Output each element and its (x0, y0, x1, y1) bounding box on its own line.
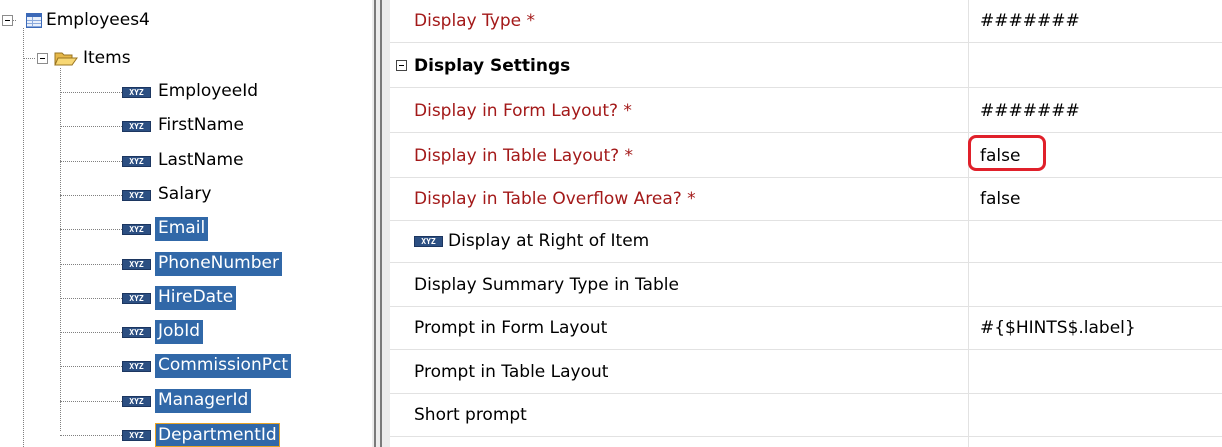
tree-item[interactable]: JobId (155, 320, 204, 344)
property-value[interactable]: false (980, 178, 1020, 220)
tree-item[interactable]: ManagerId (155, 389, 252, 413)
tree-guide-line (60, 195, 122, 196)
property-value[interactable]: ####### (980, 90, 1080, 132)
tree-guide-line (60, 366, 122, 367)
attribute-icon: XYZ (122, 430, 151, 441)
highlight-annotation (968, 135, 1046, 171)
property-name: Display in Table Layout? * (414, 146, 634, 166)
tree-guide-line (60, 68, 61, 431)
attribute-icon: XYZ (122, 224, 151, 235)
tree-guide-line (60, 161, 122, 162)
property-name: Display Settings (414, 56, 571, 76)
property-name: Prompt in Form Layout (414, 318, 608, 338)
table-icon (26, 13, 42, 28)
collapse-icon[interactable] (396, 60, 407, 71)
splitter-bar (374, 0, 376, 447)
attribute-icon: XYZ (122, 259, 151, 270)
tree-guide-line (60, 435, 122, 436)
property-row[interactable]: Display in Table Layout? * false (390, 135, 1222, 178)
tree-item[interactable]: Salary (155, 183, 214, 207)
panel-splitter[interactable] (372, 0, 390, 447)
property-row[interactable]: Display Type * ####### (390, 0, 1222, 43)
tree-node-root[interactable]: Employees4 (43, 9, 153, 33)
property-name: Display in Form Layout? * (414, 101, 632, 121)
attribute-icon: XYZ (122, 190, 151, 201)
property-row[interactable]: Display in Table Overflow Area? * false (390, 178, 1222, 221)
tree-guide-line (60, 229, 122, 230)
property-row[interactable]: Prompt in Table Layout (390, 351, 1222, 394)
tree-guide-line (23, 58, 35, 59)
attribute-icon: XYZ (122, 327, 151, 338)
property-row[interactable]: XYZ Display at Right of Item (390, 220, 1222, 263)
tree-guide-line (60, 264, 122, 265)
property-row[interactable]: Prompt in Form Layout #{$HINTS$.label} (390, 307, 1222, 350)
property-name: Display in Table Overflow Area? * (414, 189, 696, 209)
property-value[interactable]: #{$HINTS$.label} (980, 307, 1136, 349)
tree-item[interactable]: Email (155, 217, 209, 241)
property-name: Short prompt (414, 405, 527, 425)
tree-guide-line (60, 92, 122, 93)
property-row[interactable]: Short prompt (390, 394, 1222, 437)
tree-guide-line (60, 298, 122, 299)
attribute-icon: XYZ (122, 121, 151, 132)
tree-item[interactable]: HireDate (155, 286, 237, 310)
tree-guide-line (60, 126, 122, 127)
property-name: Prompt in Table Layout (414, 362, 609, 382)
splitter-bar (380, 0, 382, 447)
attribute-icon: XYZ (122, 361, 151, 372)
attribute-icon: XYZ (122, 293, 151, 304)
xyz-icon: XYZ (414, 236, 443, 247)
tree-item[interactable]: CommissionPct (155, 354, 291, 378)
attribute-icon: XYZ (122, 87, 151, 98)
property-value[interactable]: ####### (980, 0, 1080, 42)
tree-item[interactable]: LastName (155, 149, 247, 173)
tree-guide-line (60, 401, 122, 402)
tree-item[interactable]: FirstName (155, 114, 247, 138)
collapse-icon[interactable] (37, 53, 48, 64)
property-name: Display at Right of Item (448, 231, 650, 251)
attribute-icon: XYZ (122, 396, 151, 407)
category-row[interactable]: Display Settings (390, 45, 1222, 88)
tree-item[interactable]: PhoneNumber (155, 252, 282, 276)
property-name: Display Summary Type in Table (414, 275, 679, 295)
tree-item[interactable]: DepartmentId (155, 423, 280, 447)
tree-node-items[interactable]: Items (80, 47, 134, 71)
property-row[interactable]: Display in Form Layout? * ####### (390, 90, 1222, 133)
property-row[interactable]: Display Summary Type in Table (390, 264, 1222, 307)
property-name: Display Type * (414, 11, 536, 31)
folder-open-icon (54, 50, 78, 66)
property-inspector: Display Type * ####### Display Settings Dis… (390, 0, 1222, 447)
tree-guide-line (60, 332, 122, 333)
structure-tree: Employees4 Items XYZ EmployeeId XYZ FirstNa… (0, 0, 372, 447)
collapse-icon[interactable] (2, 15, 13, 26)
attribute-icon: XYZ (122, 156, 151, 167)
tree-guide-line (23, 28, 24, 447)
tree-item[interactable]: EmployeeId (155, 80, 261, 104)
